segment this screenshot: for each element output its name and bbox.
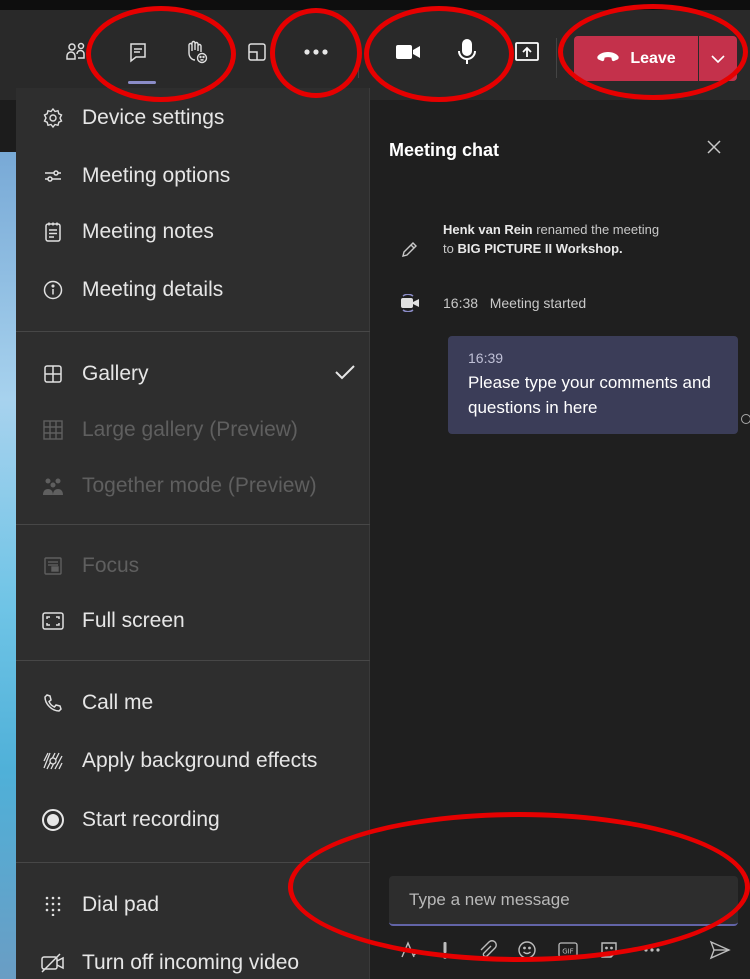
menu-item-label: Start recording (82, 808, 220, 831)
dialpad-icon (40, 892, 66, 918)
menu-item-label: Apply background effects (82, 749, 318, 772)
focus-icon (40, 553, 66, 579)
menu-item-label: Meeting options (82, 164, 231, 187)
more-options-icon[interactable] (643, 940, 661, 958)
rename-event: Henk van Rein renamed the meeting to BIG… (443, 220, 663, 258)
start-event: 16:38 Meeting started (443, 294, 586, 313)
leave-button[interactable]: Leave (574, 36, 698, 81)
menu-item-turn-off-incoming-video[interactable]: Turn off incoming video (16, 935, 370, 979)
video-off-icon (40, 950, 66, 976)
menu-divider (16, 331, 370, 332)
leave-button-label: Leave (630, 49, 676, 67)
rooms-icon[interactable] (237, 32, 277, 72)
menu-item-focus[interactable]: Focus (16, 538, 370, 594)
menu-item-background-effects[interactable]: Apply background effects (16, 733, 370, 789)
menu-item-gallery[interactable]: Gallery (16, 346, 370, 402)
toolbar-divider (358, 38, 359, 78)
emoji-icon[interactable] (517, 940, 537, 965)
compose-toolbar: GIF (389, 936, 738, 966)
fullscreen-icon (40, 608, 66, 634)
compose-box[interactable] (389, 876, 738, 926)
send-icon[interactable] (709, 940, 731, 965)
menu-item-together-mode[interactable]: Together mode (Preview) (16, 458, 370, 514)
menu-item-label: Meeting notes (82, 220, 214, 243)
record-icon (40, 807, 66, 833)
gear-icon (40, 105, 66, 131)
menu-item-device-settings[interactable]: Device settings (16, 90, 370, 146)
chat-active-indicator (128, 81, 156, 84)
svg-text:GIF: GIF (562, 948, 574, 956)
menu-item-label: Together mode (Preview) (82, 474, 317, 497)
share-screen-icon[interactable] (507, 32, 547, 72)
gallery-icon (40, 361, 66, 387)
chat-message[interactable]: 16:39 Please type your comments and ques… (448, 336, 738, 434)
chevron-down-icon (711, 50, 725, 68)
menu-item-call-me[interactable]: Call me (16, 675, 370, 731)
raise-hand-icon[interactable] (176, 32, 216, 72)
notes-icon (40, 219, 66, 245)
menu-divider (16, 524, 370, 525)
camera-icon[interactable] (388, 32, 428, 72)
teams-meeting-window: { "toolbar": { "leave_label": "Leave", "… (0, 0, 750, 979)
menu-item-label: Call me (82, 691, 154, 714)
background-effects-icon (40, 748, 66, 774)
menu-item-meeting-details[interactable]: Meeting details (16, 262, 370, 318)
toolbar-divider (556, 38, 557, 78)
meeting-chat-panel: Meeting chat Henk van Rein renamed the m… (371, 100, 750, 979)
message-text: Please type your comments and questions … (468, 373, 711, 417)
meeting-camera-icon (399, 293, 421, 317)
menu-item-label: Turn off incoming video (82, 951, 300, 974)
menu-item-dial-pad[interactable]: Dial pad (16, 877, 370, 933)
participants-icon[interactable] (56, 32, 96, 72)
read-receipt-icon (741, 414, 750, 424)
large-gallery-icon (40, 417, 66, 443)
start-event-time: 16:38 (443, 295, 479, 311)
menu-item-label: Large gallery (Preview) (82, 418, 298, 441)
gif-icon[interactable]: GIF (557, 940, 579, 965)
menu-item-label: Full screen (82, 609, 185, 632)
menu-item-label: Gallery (82, 362, 149, 385)
more-actions-menu: Device settings Meeting options Meeting … (16, 88, 370, 979)
rename-event-meeting-name: BIG PICTURE II Workshop (457, 241, 620, 256)
phone-icon (40, 690, 66, 716)
chat-panel-title: Meeting chat (389, 140, 500, 160)
menu-item-label: Device settings (82, 106, 225, 129)
message-timestamp: 16:39 (468, 350, 504, 366)
pencil-icon (399, 240, 419, 265)
meeting-toolbar: Leave (0, 0, 750, 100)
rename-event-user: Henk van Rein (443, 222, 533, 237)
menu-divider (16, 862, 370, 863)
microphone-icon[interactable] (447, 32, 487, 72)
menu-item-large-gallery[interactable]: Large gallery (Preview) (16, 402, 370, 458)
menu-item-start-recording[interactable]: Start recording (16, 792, 370, 848)
together-mode-icon (40, 473, 66, 499)
sliders-icon (40, 163, 66, 189)
attach-icon[interactable] (477, 940, 497, 965)
menu-item-meeting-options[interactable]: Meeting options (16, 148, 370, 204)
rename-event-punctuation: . (619, 241, 623, 256)
message-input[interactable] (389, 876, 738, 924)
menu-item-label: Focus (82, 554, 140, 577)
menu-item-meeting-notes[interactable]: Meeting notes (16, 204, 370, 260)
start-event-text: Meeting started (489, 295, 587, 311)
video-preview (0, 152, 16, 979)
checkmark-icon (334, 364, 356, 385)
format-icon[interactable] (399, 940, 419, 965)
menu-divider (16, 660, 370, 661)
priority-icon[interactable] (441, 940, 449, 965)
chat-icon[interactable] (118, 32, 158, 72)
menu-item-label: Meeting details (82, 278, 224, 301)
more-actions-icon[interactable] (296, 32, 336, 72)
sticker-icon[interactable] (599, 940, 619, 965)
menu-item-full-screen[interactable]: Full screen (16, 593, 370, 649)
menu-item-label: Dial pad (82, 893, 160, 916)
phone-hangup-icon (596, 49, 620, 68)
leave-options-dropdown[interactable] (699, 36, 737, 81)
close-icon[interactable] (707, 140, 721, 159)
info-icon (40, 277, 66, 303)
